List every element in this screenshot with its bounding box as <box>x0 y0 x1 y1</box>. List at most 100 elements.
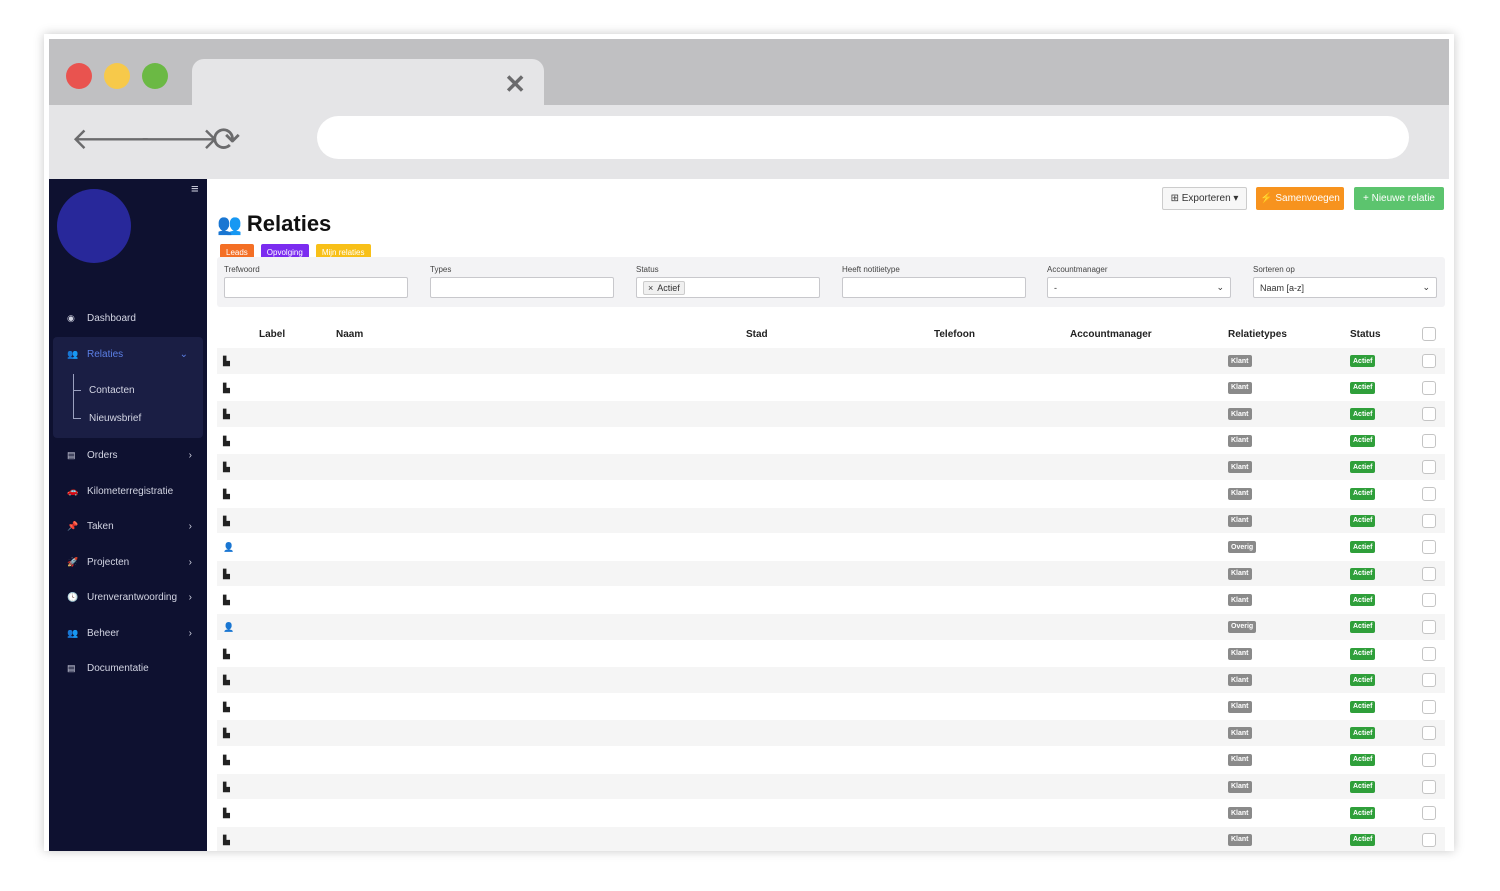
address-bar[interactable] <box>317 116 1409 159</box>
sidebar-item-kilometerregistratie[interactable]: 🚗 Kilometerregistratie <box>49 474 207 510</box>
row-checkbox[interactable] <box>1422 354 1436 368</box>
forward-arrow-icon[interactable]: 🡒 <box>139 123 219 157</box>
col-telefoon[interactable]: Telefoon <box>934 329 975 340</box>
building-icon: ▙ <box>223 409 230 420</box>
table-row[interactable]: ▙ Klant Actief <box>217 479 1445 507</box>
relatietype-badge: Klant <box>1228 727 1252 740</box>
row-checkbox[interactable] <box>1422 619 1436 634</box>
tab-close-icon[interactable]: ✕ <box>504 67 526 101</box>
sidebar-subitem-contacten[interactable]: Contacten <box>53 376 203 404</box>
sidebar-item-urenverantwoording[interactable]: 🕓 Urenverantwoording › <box>49 580 207 616</box>
remove-tag-icon[interactable]: × <box>648 283 653 293</box>
row-checkbox[interactable] <box>1422 486 1436 501</box>
table-row[interactable]: ▙ Klant Actief <box>217 799 1445 826</box>
col-status[interactable]: Status <box>1350 329 1381 340</box>
sort-label: Sorteren op <box>1253 265 1295 274</box>
row-checkbox[interactable] <box>1422 806 1436 821</box>
sidebar-item-documentatie[interactable]: ▤ Documentatie <box>49 651 207 687</box>
row-checkbox[interactable] <box>1422 593 1436 608</box>
col-label[interactable]: Label <box>259 329 285 340</box>
row-checkbox[interactable] <box>1422 380 1436 395</box>
status-badge: Actief <box>1350 727 1376 740</box>
row-checkbox[interactable] <box>1422 779 1436 794</box>
building-icon: ▙ <box>223 701 230 712</box>
trefwoord-input[interactable] <box>224 277 408 298</box>
table-row[interactable]: ▙ Klant Actief <box>217 347 1445 374</box>
reload-icon[interactable]: ⟳ <box>212 123 241 157</box>
page-title: 👥 Relaties <box>217 211 331 237</box>
sidebar-item-projecten[interactable]: 🚀 Projecten › <box>49 545 207 581</box>
table-row[interactable]: 👤 Overig Actief <box>217 533 1445 560</box>
building-icon: ▙ <box>223 488 230 499</box>
col-accountmanager[interactable]: Accountmanager <box>1070 329 1152 340</box>
building-icon: ▙ <box>223 568 230 579</box>
table-row[interactable]: ▙ Klant Actief <box>217 772 1445 800</box>
building-icon: ▙ <box>223 462 230 473</box>
status-badge: Actief <box>1350 674 1376 687</box>
status-badge: Actief <box>1350 807 1376 820</box>
trefwoord-group: Trefwoord <box>224 265 408 298</box>
col-stad[interactable]: Stad <box>746 329 768 340</box>
accountmanager-select[interactable]: - ⌄ <box>1047 277 1231 298</box>
row-checkbox[interactable] <box>1422 673 1436 688</box>
select-all-checkbox[interactable] <box>1422 327 1436 341</box>
tree-branch <box>73 390 81 391</box>
types-input[interactable] <box>430 277 614 298</box>
table-row[interactable]: ▙ Klant Actief <box>217 692 1445 720</box>
row-checkbox[interactable] <box>1422 513 1436 528</box>
table-row[interactable]: ▙ Klant Actief <box>217 426 1445 454</box>
table-row[interactable]: ▙ Klant Actief <box>217 453 1445 480</box>
table-row[interactable]: ▙ Klant Actief <box>217 586 1445 613</box>
relatietype-badge: Klant <box>1228 514 1252 527</box>
table-row[interactable]: ▙ Klant Actief <box>217 639 1445 667</box>
sidebar-item-relaties[interactable]: 👥 Relaties ⌄ <box>53 336 203 372</box>
relatietype-badge: Klant <box>1228 355 1252 367</box>
row-checkbox[interactable] <box>1422 460 1436 475</box>
table-row[interactable]: ▙ Klant Actief <box>217 400 1445 427</box>
menu-toggle-icon[interactable]: ≡ <box>191 181 199 196</box>
close-window-button[interactable] <box>66 63 92 89</box>
row-checkbox[interactable] <box>1422 832 1436 847</box>
merge-button[interactable]: ⚡ Samenvoegen <box>1256 187 1344 210</box>
sidebar-item-taken[interactable]: 📌 Taken › <box>49 509 207 545</box>
table-row[interactable]: ▙ Klant Actief <box>217 745 1445 773</box>
relatietype-badge: Klant <box>1228 594 1252 607</box>
status-badge: Actief <box>1350 541 1376 554</box>
export-button[interactable]: ⊞ Exporteren ▾ <box>1162 187 1247 210</box>
relatietype-badge: Overig <box>1228 541 1257 554</box>
sort-select[interactable]: Naam [a-z] ⌄ <box>1253 277 1437 298</box>
sidebar-item-dashboard[interactable]: ◉ Dashboard <box>49 301 207 337</box>
sidebar-item-beheer[interactable]: 👥 Beheer › <box>49 616 207 652</box>
minimize-window-button[interactable] <box>104 63 130 89</box>
row-checkbox[interactable] <box>1422 433 1436 448</box>
row-checkbox[interactable] <box>1422 407 1436 422</box>
col-naam[interactable]: Naam <box>336 329 363 340</box>
sidebar-item-orders[interactable]: ▤ Orders › <box>49 438 207 474</box>
sidebar-subitem-nieuwsbrief[interactable]: Nieuwsbrief <box>53 404 203 432</box>
row-checkbox[interactable] <box>1422 726 1436 741</box>
table-row[interactable]: ▙ Klant Actief <box>217 373 1445 401</box>
new-relation-button[interactable]: + Nieuwe relatie <box>1354 187 1444 210</box>
status-input[interactable]: × Actief <box>636 277 820 298</box>
row-checkbox[interactable] <box>1422 699 1436 714</box>
table-row[interactable]: ▙ Klant Actief <box>217 559 1445 587</box>
row-checkbox[interactable] <box>1422 752 1436 767</box>
table-row[interactable]: ▙ Klant Actief <box>217 666 1445 693</box>
notitietype-input[interactable] <box>842 277 1026 298</box>
building-icon: ▙ <box>223 675 230 686</box>
row-checkbox[interactable] <box>1422 540 1436 555</box>
sidebar-item-label: Documentatie <box>87 663 149 675</box>
maximize-window-button[interactable] <box>142 63 168 89</box>
relatietype-badge: Overig <box>1228 620 1257 633</box>
table-row[interactable]: ▙ Klant Actief <box>217 825 1445 851</box>
status-badge: Actief <box>1350 594 1376 607</box>
sort-group: Sorteren op Naam [a-z] ⌄ <box>1253 265 1437 298</box>
chevron-down-icon: ⌄ <box>179 348 188 360</box>
browser-tab[interactable]: ✕ <box>192 59 544 109</box>
table-row[interactable]: 👤 Overig Actief <box>217 612 1445 640</box>
col-relatietypes[interactable]: Relatietypes <box>1228 329 1287 340</box>
row-checkbox[interactable] <box>1422 646 1436 661</box>
table-row[interactable]: ▙ Klant Actief <box>217 506 1445 534</box>
table-row[interactable]: ▙ Klant Actief <box>217 719 1445 746</box>
row-checkbox[interactable] <box>1422 566 1436 581</box>
